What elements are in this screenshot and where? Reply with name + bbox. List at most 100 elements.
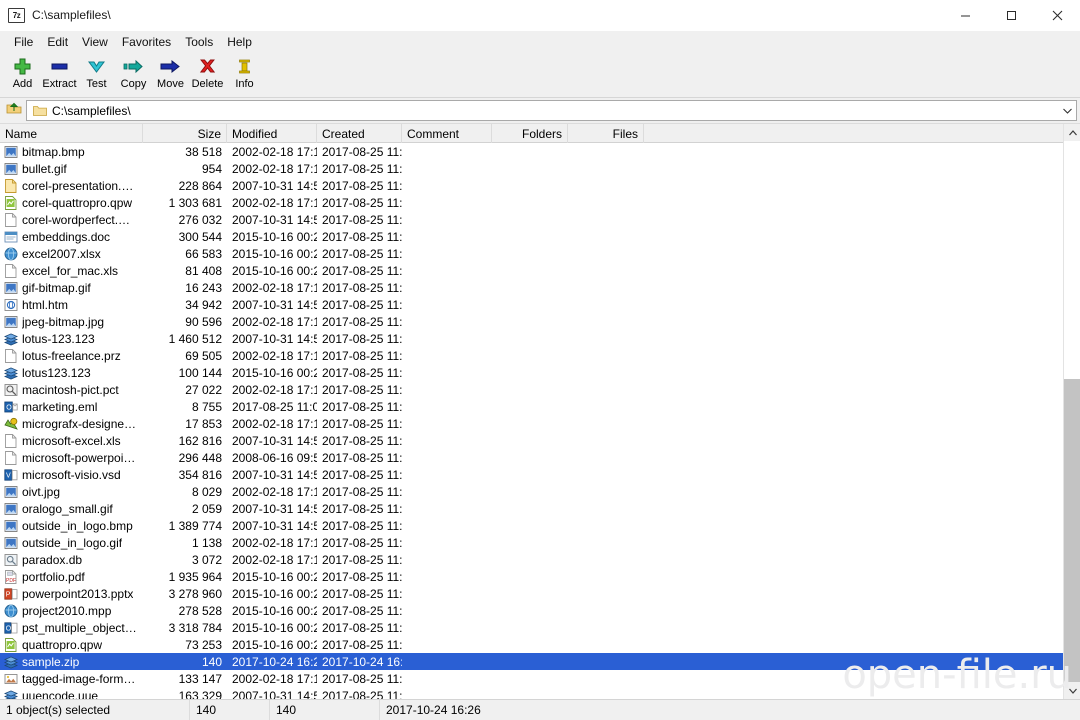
column-header-folders[interactable]: Folders: [492, 124, 568, 143]
table-row[interactable]: micrografx-designer.drw 17 853 2002-02-18 …: [0, 415, 1063, 432]
extract-label: Extract: [42, 78, 77, 90]
table-row[interactable]: lotus-freelance.prz 69 505 2002-02-18 17:1…: [0, 347, 1063, 364]
table-row[interactable]: oivt.jpg 8 029 2002-02-18 17:14 2017-08-25 …: [0, 483, 1063, 500]
scroll-up-button[interactable]: [1064, 124, 1080, 141]
add-button[interactable]: Add: [4, 53, 41, 97]
table-row[interactable]: gif-bitmap.gif 16 243 2002-02-18 17:13 2017…: [0, 279, 1063, 296]
close-button[interactable]: [1034, 0, 1080, 31]
cell-files: [568, 687, 644, 699]
info-button[interactable]: Info: [226, 53, 263, 97]
delete-button[interactable]: Delete: [189, 53, 226, 97]
table-row[interactable]: outside_in_logo.bmp 1 389 774 2007-10-31 1…: [0, 517, 1063, 534]
menu-item-tools[interactable]: Tools: [178, 33, 220, 51]
column-header-created[interactable]: Created: [317, 124, 402, 143]
table-row[interactable]: excel2007.xlsx 66 583 2015-10-16 00:28 2017…: [0, 245, 1063, 262]
table-row[interactable]: Ppowerpoint2013.pptx 3 278 960 2015-10-16 …: [0, 585, 1063, 602]
cell-comment: [402, 143, 492, 160]
address-combobox[interactable]: C:\samplefiles\: [26, 100, 1077, 121]
column-header-filler: [644, 124, 1063, 143]
column-header-name[interactable]: Name: [0, 124, 143, 143]
move-button[interactable]: Move: [152, 53, 189, 97]
menu-item-help[interactable]: Help: [220, 33, 259, 51]
cell-folders: [492, 279, 568, 296]
table-row[interactable]: Omarketing.eml 8 755 2017-08-25 11:08 2017-…: [0, 398, 1063, 415]
table-row[interactable]: macintosh-pict.pct 27 022 2002-02-18 17:13…: [0, 381, 1063, 398]
scroll-down-button[interactable]: [1064, 682, 1080, 699]
file-name: project2010.mpp: [22, 603, 112, 618]
table-row[interactable]: sample.zip 140 2017-10-24 16:26 2017-10-24 …: [0, 653, 1063, 670]
quattro-icon: [4, 195, 18, 210]
cell-name: html.htm: [0, 296, 143, 313]
table-row[interactable]: outside_in_logo.gif 1 138 2002-02-18 17:14…: [0, 534, 1063, 551]
table-row[interactable]: microsoft-powerpoint.p... 296 448 2008-06-…: [0, 449, 1063, 466]
column-header-comment[interactable]: Comment: [402, 124, 492, 143]
cell-files: [568, 177, 644, 194]
table-row[interactable]: tagged-image-format.tif 133 147 2002-02-18…: [0, 670, 1063, 687]
cell-size: 133 147: [178, 671, 222, 686]
table-row[interactable]: embeddings.doc 300 544 2015-10-16 00:28 201…: [0, 228, 1063, 245]
cell-comment: [402, 687, 492, 699]
table-row[interactable]: lotus-123.123 1 460 512 2007-10-31 14:53 20…: [0, 330, 1063, 347]
column-header-size[interactable]: Size: [143, 124, 227, 143]
cell-name: oivt.jpg: [0, 483, 143, 500]
table-row[interactable]: quattropro.qpw 73 253 2015-10-16 00:28 2017…: [0, 636, 1063, 653]
table-row[interactable]: oralogo_small.gif 2 059 2007-10-31 14:53 20…: [0, 500, 1063, 517]
minimize-button[interactable]: [942, 0, 988, 31]
table-row[interactable]: lotus123.123 100 144 2015-10-16 00:28 2017-…: [0, 364, 1063, 381]
table-row[interactable]: PDF portfolio.pdf 1 935 964 2015-10-16 00: 2…: [0, 568, 1063, 585]
table-row[interactable]: corel-presentation.shw 228 864 2007-10-31 …: [0, 177, 1063, 194]
extract-button[interactable]: Extract: [41, 53, 78, 97]
table-row[interactable]: bitmap.bmp 38 518 2002-02-18 17:13 2017-08-…: [0, 143, 1063, 160]
table-row[interactable]: Vmicrosoft-visio.vsd 354 816 2007-10-31 14…: [0, 466, 1063, 483]
table-row[interactable]: bullet.gif 954 2002-02-18 17:13 2017-08-25 …: [0, 160, 1063, 177]
cell-comment: [402, 177, 492, 194]
scrollbar-thumb[interactable]: [1064, 379, 1080, 682]
cell-files: [568, 194, 644, 211]
cell-name: micrografx-designer.drw: [0, 415, 143, 432]
menu-item-file[interactable]: File: [7, 33, 40, 51]
cell-created: 2017-08-25 11:07: [322, 484, 402, 499]
copy-button[interactable]: Copy: [115, 53, 152, 97]
column-header-modified[interactable]: Modified: [227, 124, 317, 143]
table-row[interactable]: uuencode.uue 163 329 2007-10-31 14:53 2017-…: [0, 687, 1063, 699]
file-name: jpeg-bitmap.jpg: [22, 314, 105, 329]
chevron-down-icon[interactable]: [1059, 101, 1076, 120]
menu-item-edit[interactable]: Edit: [40, 33, 75, 51]
file-name: micrografx-designer.drw: [22, 416, 138, 431]
test-check-icon: [84, 56, 110, 76]
delete-cross-icon: [195, 56, 221, 76]
cell-created: 2017-10-24 16:26: [322, 654, 402, 669]
column-header-files[interactable]: Files: [568, 124, 644, 143]
cell-name: lotus-123.123: [0, 330, 143, 347]
cell-files: [568, 398, 644, 415]
archive-stack-icon: [4, 332, 18, 346]
cell-modified: 2015-10-16 00:28: [232, 586, 317, 601]
up-one-level-button[interactable]: [2, 100, 26, 122]
table-row[interactable]: excel_for_mac.xls 81 408 2015-10-16 00:28 2…: [0, 262, 1063, 279]
cell-folders: [492, 381, 568, 398]
status-date: 2017-10-24 16:26: [386, 703, 481, 717]
cell-size: 2 059: [191, 501, 222, 516]
table-row[interactable]: corel-wordperfect.wpd 276 032 2007-10-31 1…: [0, 211, 1063, 228]
table-row[interactable]: html.htm 34 942 2007-10-31 14:53 2017-08-25…: [0, 296, 1063, 313]
table-row[interactable]: Opst_multiple_objects.pst 3 318 784 2015-1…: [0, 619, 1063, 636]
menu-item-favorites[interactable]: Favorites: [115, 33, 178, 51]
archive-stack-icon: [4, 655, 18, 669]
table-row[interactable]: jpeg-bitmap.jpg 90 596 2002-02-18 17:13 201…: [0, 313, 1063, 330]
image-file-icon: [4, 502, 18, 516]
pict-file-icon: [4, 383, 18, 397]
test-button[interactable]: Test: [78, 53, 115, 97]
vertical-scrollbar[interactable]: [1063, 124, 1080, 699]
cell-name: outside_in_logo.bmp: [0, 517, 143, 534]
cell-size: 228 864: [178, 178, 222, 193]
table-row[interactable]: microsoft-excel.xls 162 816 2007-10-31 14:…: [0, 432, 1063, 449]
cell-size: 8 755: [191, 399, 222, 414]
cell-comment: [402, 364, 492, 381]
scrollbar-track[interactable]: [1064, 141, 1080, 682]
menu-item-view[interactable]: View: [75, 33, 115, 51]
maximize-button[interactable]: [988, 0, 1034, 31]
table-row[interactable]: paradox.db 3 072 2002-02-18 17:14 2017-08-2…: [0, 551, 1063, 568]
mail-file-icon: O: [4, 400, 18, 414]
table-row[interactable]: corel-quattropro.qpw 1 303 681 2002-02-18 …: [0, 194, 1063, 211]
table-row[interactable]: project2010.mpp 278 528 2015-10-16 00:28 20…: [0, 602, 1063, 619]
